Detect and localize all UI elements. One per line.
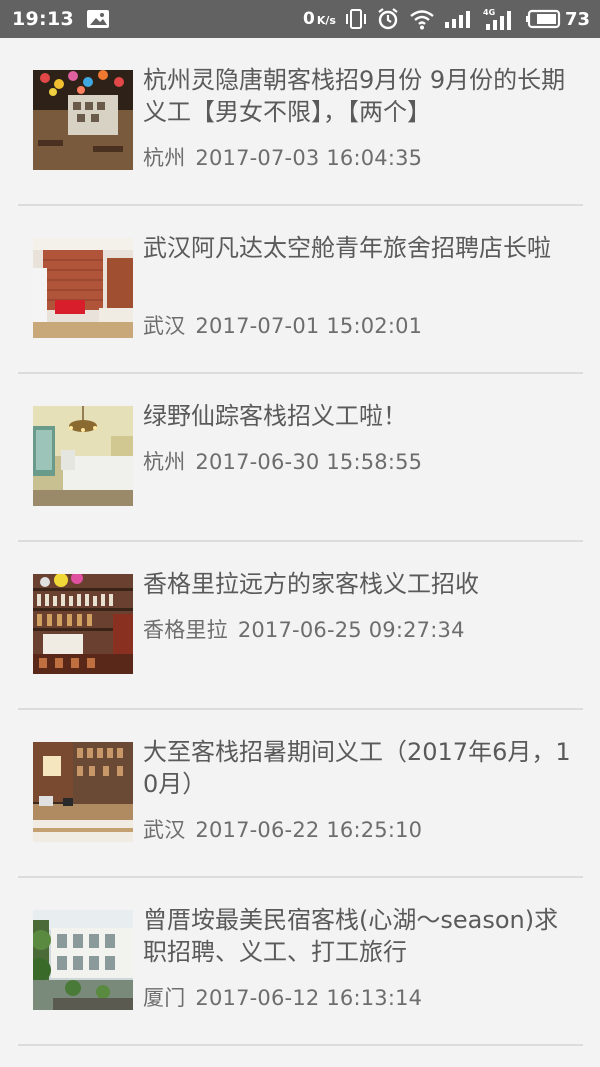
listing-datetime: 2017-06-22 16:25:10	[195, 818, 423, 842]
listing-datetime: 2017-06-30 15:58:55	[195, 450, 423, 474]
svg-text:4G: 4G	[483, 8, 495, 17]
thumbnail-image	[33, 574, 133, 674]
thumbnail-image	[33, 70, 133, 170]
signal-icon	[444, 9, 474, 29]
list-item[interactable]: 武汉阿凡达太空舱青年旅舍招聘店长啦 武汉 2017-07-01 15:02:01	[18, 206, 583, 374]
listing-title: 香格里拉远方的家客栈义工招收	[143, 570, 479, 598]
job-listing: 杭州灵隐唐朝客栈招9月份 9月份的长期义工【男女不限】，【两个】 杭州 2017-…	[0, 38, 600, 1067]
net-speed-value: 0	[303, 9, 315, 29]
status-time: 19:13	[12, 8, 74, 30]
listing-title: 曾厝垵最美民宿客栈(心湖～season)求职招聘、义工、打工旅行	[143, 906, 559, 966]
list-item[interactable]: 大至客栈招暑期间义工（2017年6月，10月） 武汉 2017-06-22 16:…	[18, 710, 583, 878]
list-item[interactable]: 曾厝垵最美民宿客栈(心湖～season)求职招聘、义工、打工旅行 厦门 2017-…	[18, 878, 583, 1046]
net-speed: 0 K/s	[303, 9, 336, 29]
list-item[interactable]: 杭州灵隐唐朝客栈招9月份 9月份的长期义工【男女不限】，【两个】 杭州 2017-…	[18, 38, 583, 206]
listing-datetime: 2017-06-12 16:13:14	[195, 986, 423, 1010]
status-bar: 19:13 0 K/s 4G 73	[0, 0, 600, 38]
listing-title: 杭州灵隐唐朝客栈招9月份 9月份的长期义工【男女不限】，【两个】	[143, 66, 566, 126]
battery-level: 73	[564, 8, 590, 30]
listing-title: 武汉阿凡达太空舱青年旅舍招聘店长啦	[143, 234, 551, 262]
alarm-icon	[376, 7, 400, 31]
battery: 73	[525, 8, 590, 30]
image-notification-icon	[86, 9, 110, 29]
thumbnail-image	[33, 742, 133, 842]
listing-meta: 杭州 2017-07-03 16:04:35	[143, 142, 422, 172]
list-item[interactable]: 绿野仙踪客栈招义工啦！ 杭州 2017-06-30 15:58:55	[18, 374, 583, 542]
listing-meta: 武汉 2017-06-22 16:25:10	[143, 814, 422, 844]
list-item[interactable]: 香格里拉远方的家客栈义工招收 香格里拉 2017-06-25 09:27:34	[18, 542, 583, 710]
thumbnail-image	[33, 910, 133, 1010]
wifi-icon	[409, 8, 435, 30]
listing-datetime: 2017-07-03 16:04:35	[195, 146, 423, 170]
listing-meta: 杭州 2017-06-30 15:58:55	[143, 446, 422, 476]
listing-meta: 武汉 2017-07-01 15:02:01	[143, 310, 422, 340]
status-right: 0 K/s 4G 73	[303, 7, 590, 31]
listing-city: 武汉	[143, 818, 186, 842]
listing-meta: 厦门 2017-06-12 16:13:14	[143, 982, 422, 1012]
listing-datetime: 2017-06-25 09:27:34	[237, 618, 465, 642]
listing-city: 厦门	[143, 986, 186, 1010]
listing-city: 武汉	[143, 314, 186, 338]
battery-icon	[525, 9, 562, 29]
listing-title: 大至客栈招暑期间义工（2017年6月，10月）	[143, 738, 571, 798]
net-speed-unit: K/s	[316, 14, 336, 27]
listing-city: 杭州	[143, 450, 186, 474]
listing-meta: 香格里拉 2017-06-25 09:27:34	[143, 614, 465, 644]
thumbnail-image	[33, 238, 133, 338]
vibrate-icon	[345, 8, 367, 30]
listing-city: 杭州	[143, 146, 186, 170]
listing-datetime: 2017-07-01 15:02:01	[195, 314, 423, 338]
thumbnail-image	[33, 406, 133, 506]
status-left: 19:13	[12, 8, 110, 30]
listing-title: 绿野仙踪客栈招义工啦！	[143, 402, 407, 430]
listing-city: 香格里拉	[143, 618, 228, 642]
signal-4g-icon: 4G	[483, 7, 517, 31]
